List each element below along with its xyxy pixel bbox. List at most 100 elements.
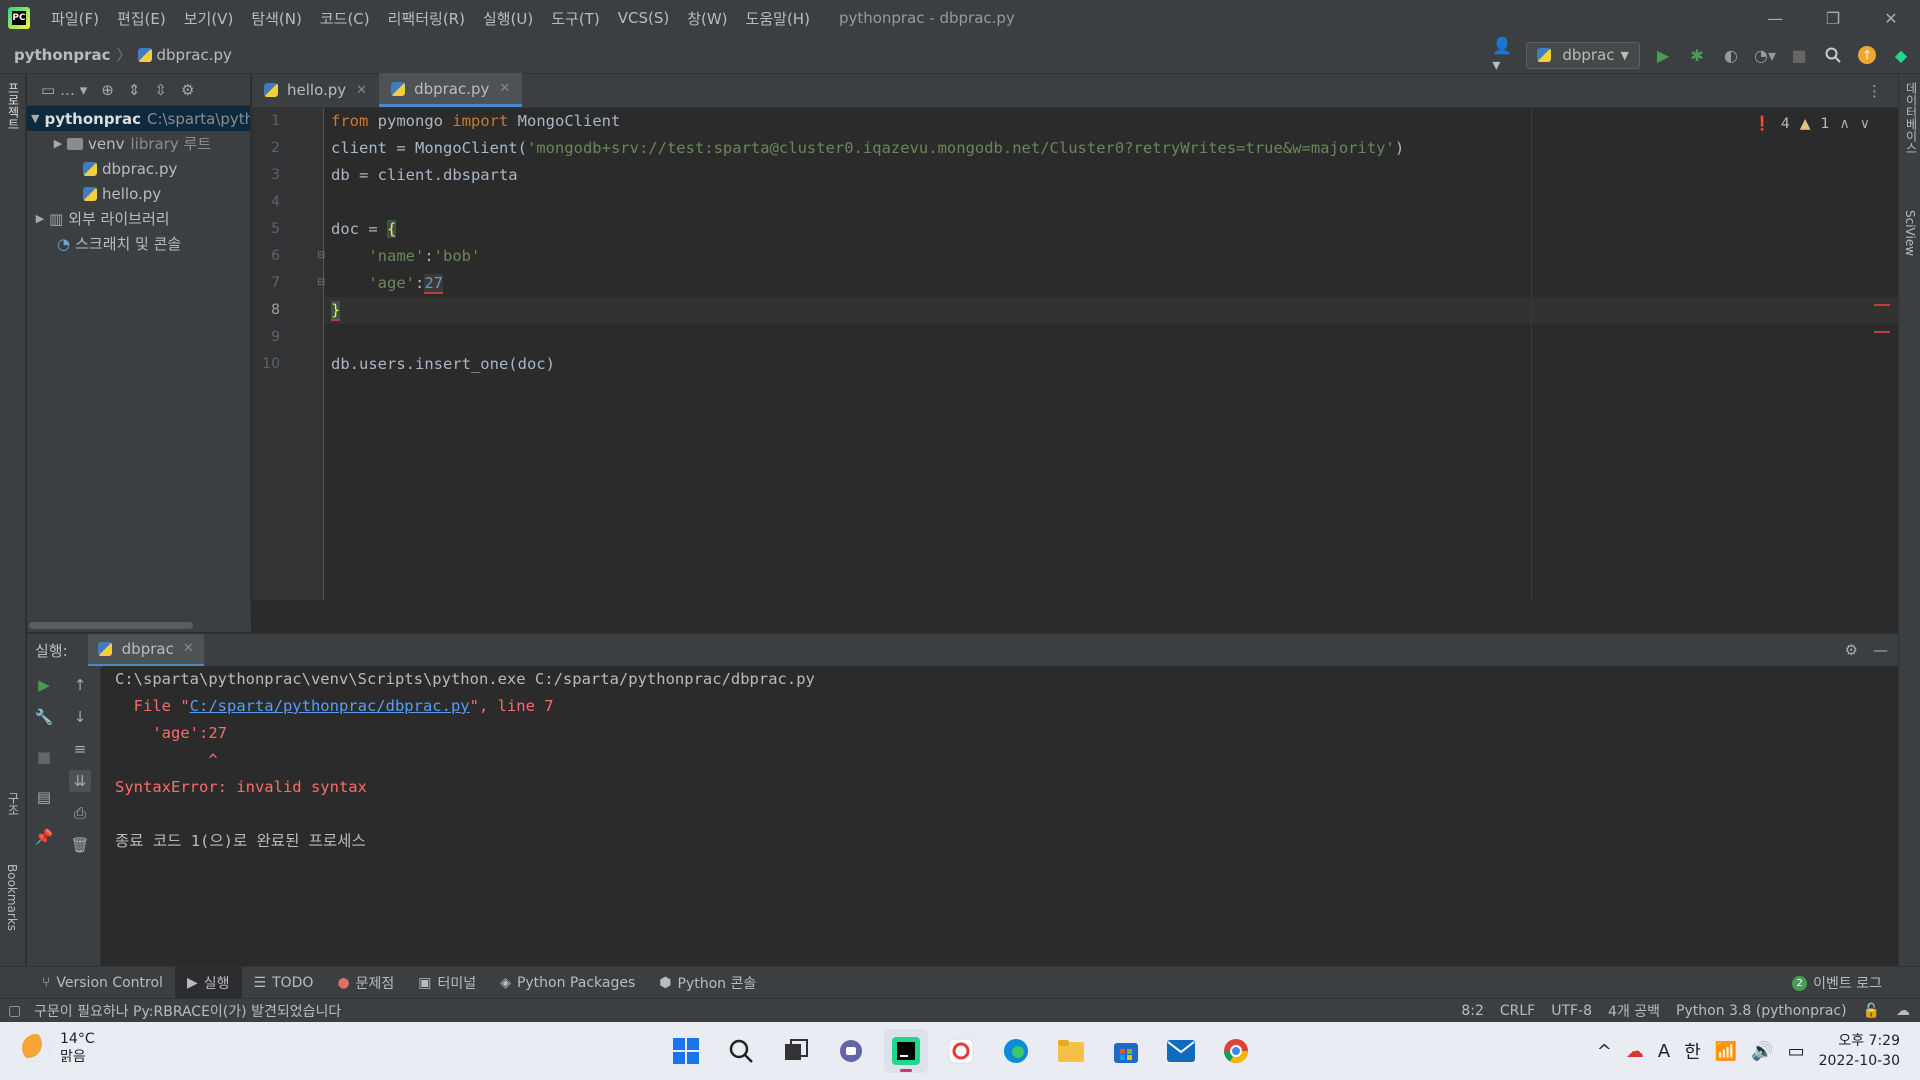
toggle-tool-windows-icon[interactable]: ▢ [8,1003,21,1019]
volume-icon[interactable]: 🔊 [1751,1041,1773,1062]
weather-widget[interactable]: 14°C 맑음 [22,1030,95,1066]
menu-tools[interactable]: 도구(T) [542,8,608,29]
clock[interactable]: 오후 7:29 2022-10-30 [1819,1031,1900,1071]
chevron-up-icon[interactable]: ^ [1597,1041,1612,1062]
line-separator[interactable]: CRLF [1500,1003,1535,1019]
inspection-widget[interactable]: ❗ 4 ▲ 1 ∧ ∨ [1753,116,1870,132]
chevron-right-icon[interactable]: ▶ [49,137,67,150]
collapse-all-icon[interactable]: ⇳ [154,81,167,99]
project-horizontal-scrollbar[interactable] [27,618,251,632]
file-explorer-icon[interactable] [1049,1029,1093,1073]
close-icon[interactable]: ✕ [499,81,510,96]
caret-position[interactable]: 8:2 [1461,1003,1484,1019]
sync-app-icon[interactable] [939,1029,983,1073]
menu-navigate[interactable]: 탐색(N) [242,8,311,29]
wrench-icon[interactable]: 🔧 [33,706,55,728]
close-window-button[interactable]: ✕ [1862,0,1920,36]
scroll-to-end-icon[interactable]: ⇊ [69,770,91,792]
tool-version-control[interactable]: ⑂ Version Control [30,967,175,999]
coverage-icon[interactable]: ◐ [1720,44,1742,66]
fold-icon[interactable]: ⊟ [317,250,325,261]
breadcrumb-project[interactable]: pythonprac [14,46,111,64]
project-tool-button[interactable]: 프로젝트 [5,82,22,130]
run-tab-dbprac[interactable]: dbprac ✕ [87,633,204,667]
layout-icon[interactable]: ▤ [33,786,55,808]
stop-icon[interactable]: ■ [33,746,55,768]
menu-edit[interactable]: 편집(E) [108,8,175,29]
print-icon[interactable]: ⎙ [69,802,91,824]
menu-file[interactable]: 파일(F) [42,8,108,29]
python-interpreter[interactable]: Python 3.8 (pythonprac) [1676,1003,1847,1019]
expand-all-icon[interactable]: ⇕ [128,81,141,99]
tool-python-packages[interactable]: ◈ Python Packages [488,967,647,999]
tool-run[interactable]: ▶ 실행 [174,966,242,999]
tree-item-dbprac[interactable]: dbprac.py [27,156,250,181]
file-link[interactable]: C:/sparta/pythonprac/dbprac.py [190,697,470,715]
database-tool-button[interactable]: 데이터베이스 [1903,82,1920,154]
lock-icon[interactable]: 🔓 [1863,1003,1880,1019]
close-icon[interactable]: ✕ [183,641,194,656]
chevron-down-icon[interactable]: ▼ [31,112,39,125]
file-encoding[interactable]: UTF-8 [1551,1003,1592,1019]
teams-chat-icon[interactable] [829,1029,873,1073]
rerun-icon[interactable]: ▶ [33,674,55,696]
hide-panel-icon[interactable]: — [1873,641,1888,659]
pin-icon[interactable]: 📌 [33,826,55,848]
menu-refactor[interactable]: 리팩터링(R) [379,8,474,29]
arrow-up-icon[interactable]: ↑ [69,674,91,696]
cloud-error-icon[interactable]: ☁ [1626,1041,1644,1062]
tab-dbprac[interactable]: dbprac.py ✕ [379,73,523,107]
search-icon[interactable] [1822,44,1844,66]
update-icon[interactable]: ↑ [1856,44,1878,66]
tree-item-venv[interactable]: ▶ venv library 루트 [27,131,250,156]
start-menu-icon[interactable] [664,1029,708,1073]
tool-todo[interactable]: ☰ TODO [242,967,326,999]
wifi-icon[interactable]: 📶 [1715,1041,1737,1062]
tool-python-console[interactable]: ⬢ Python 콘솔 [647,967,768,999]
pycharm-taskbar-icon[interactable] [884,1029,928,1073]
run-config-select[interactable]: dbprac ▼ [1526,41,1640,69]
menu-view[interactable]: 보기(V) [175,8,243,29]
breadcrumb-file[interactable]: dbprac.py [157,46,232,64]
mail-icon[interactable] [1159,1029,1203,1073]
gear-icon[interactable]: ⚙ [1845,641,1858,659]
code-editor[interactable]: 1 2 3 4 5 6 7 8 9 10 ⊟ ⊟ from pymongo im… [252,108,1898,600]
event-log-button[interactable]: 2 이벤트 로그 [1792,967,1882,999]
tree-item-external-libraries[interactable]: ▶ ▥ 외부 라이브러리 [27,206,250,231]
battery-icon[interactable]: ▭ [1788,1041,1805,1062]
tree-item-root[interactable]: ▼ pythonprac C:\sparta\pythonprac [27,106,250,131]
pycharm-logo-icon[interactable]: PC [8,7,30,29]
arrow-down-icon[interactable]: ↓ [69,706,91,728]
debug-icon[interactable]: ✱ [1686,44,1708,66]
chevron-up-icon[interactable]: ∧ [1840,116,1850,132]
ime-mode-indicator[interactable]: A [1658,1041,1670,1062]
trash-icon[interactable]: 🗑 [69,834,91,856]
menu-vcs[interactable]: VCS(S) [609,9,678,27]
error-stripe-mark[interactable] [1874,331,1890,333]
stop-icon[interactable]: ■ [1788,44,1810,66]
search-icon[interactable] [719,1029,763,1073]
more-vertical-icon[interactable]: ⋮ [1867,82,1882,100]
profile-icon[interactable]: ◔▾ [1754,44,1776,66]
indent-setting[interactable]: 4개 공백 [1608,1001,1660,1021]
edge-browser-icon[interactable] [994,1029,1038,1073]
restore-button[interactable]: ❐ [1804,0,1862,36]
tree-item-hello[interactable]: hello.py [27,181,250,206]
soft-wrap-icon[interactable]: ≡ [69,738,91,760]
jetbrains-icon[interactable]: ◆ [1890,44,1912,66]
minimize-button[interactable]: — [1746,0,1804,36]
menu-code[interactable]: 코드(C) [311,8,379,29]
close-icon[interactable]: ✕ [356,83,367,98]
chevron-right-icon[interactable]: ▶ [31,212,49,225]
tab-hello[interactable]: hello.py ✕ [252,73,379,107]
gear-icon[interactable]: ⚙ [181,81,194,99]
locate-icon[interactable]: ⊕ [101,81,114,99]
project-view-select[interactable]: ▭ … ▾ [41,81,87,99]
menu-help[interactable]: 도움말(H) [737,8,819,29]
menu-run[interactable]: 실행(U) [474,8,542,29]
run-console[interactable]: C:\sparta\pythonprac\venv\Scripts\python… [102,666,1898,966]
microsoft-store-icon[interactable] [1104,1029,1148,1073]
user-icon[interactable]: 👤▾ [1492,36,1514,74]
chrome-browser-icon[interactable] [1214,1029,1258,1073]
memory-icon[interactable]: ☁ [1896,1003,1910,1019]
